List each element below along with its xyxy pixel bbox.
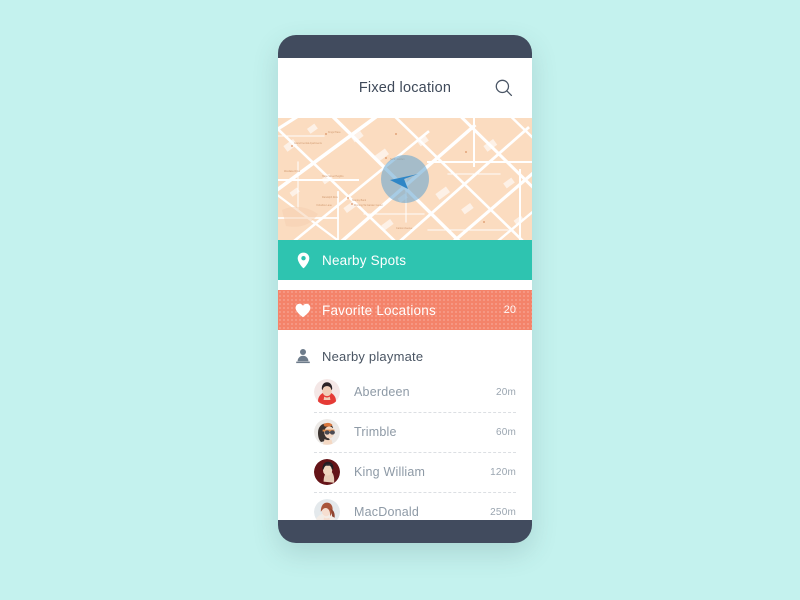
heart-icon — [294, 300, 312, 320]
map-label: Randolph Row — [322, 196, 338, 199]
map-label: Westlake Drive — [284, 170, 301, 173]
map-label: Grand Central Apartments — [294, 142, 322, 145]
map-label: Kings Place — [328, 131, 341, 134]
action-row-group: Nearby Spots Favorite Locations 20 — [278, 240, 532, 330]
person-icon — [294, 347, 312, 365]
nearby-playmate-header: Nearby playmate — [278, 340, 532, 372]
list-item[interactable]: MacDonald 250m — [294, 492, 516, 520]
avatar — [314, 379, 340, 405]
map-label: Morning Tai Garden Center — [354, 204, 383, 207]
map-label: Stanley Bank — [352, 199, 367, 202]
nearby-playmate-section: Nearby playmate Aberdeen 20m Trimble 60m… — [278, 330, 532, 520]
list-item[interactable]: Aberdeen 20m — [294, 372, 516, 412]
list-item-distance: 250m — [490, 506, 516, 518]
list-item-name: MacDonald — [354, 505, 420, 519]
action-row-label: Favorite Locations — [322, 302, 436, 318]
phone-mockup: Fixed location Grand Central Apartments … — [278, 35, 532, 543]
list-item[interactable]: King William 120m — [294, 452, 516, 492]
list-item-distance: 60m — [495, 426, 516, 438]
map-label: Hope Street Heights — [322, 175, 344, 178]
map-label: Canton Avenue — [396, 227, 413, 230]
avatar — [314, 419, 340, 445]
list-item[interactable]: Trimble 60m — [294, 412, 516, 452]
canvas: Fixed location Grand Central Apartments … — [0, 0, 800, 600]
list-item-name: Trimble — [354, 425, 397, 439]
map-label: Yorkshire Lane — [316, 204, 332, 207]
map-view[interactable]: Grand Central Apartments Kings Place Hop… — [278, 118, 532, 240]
action-row-label: Nearby Spots — [322, 252, 407, 268]
phone-screen: Fixed location Grand Central Apartments … — [278, 58, 532, 520]
avatar — [314, 499, 340, 520]
action-row-count: 20 — [503, 304, 516, 316]
sidebar-item-favorite-locations[interactable]: Favorite Locations 20 — [278, 290, 532, 330]
list-item-distance: 120m — [490, 466, 516, 478]
navigation-arrow-icon — [388, 164, 422, 194]
app-header: Fixed location — [278, 58, 532, 118]
map-pin-icon — [294, 250, 312, 270]
search-icon[interactable] — [494, 78, 514, 98]
page-title: Fixed location — [358, 80, 452, 96]
list-item-distance: 20m — [495, 386, 516, 398]
list-item-name: Aberdeen — [354, 385, 410, 399]
playmate-list: Aberdeen 20m Trimble 60m King William 12… — [278, 372, 532, 520]
avatar — [314, 459, 340, 485]
section-title: Nearby playmate — [322, 348, 424, 364]
sidebar-item-nearby-spots[interactable]: Nearby Spots — [278, 240, 532, 280]
list-item-name: King William — [354, 465, 426, 479]
